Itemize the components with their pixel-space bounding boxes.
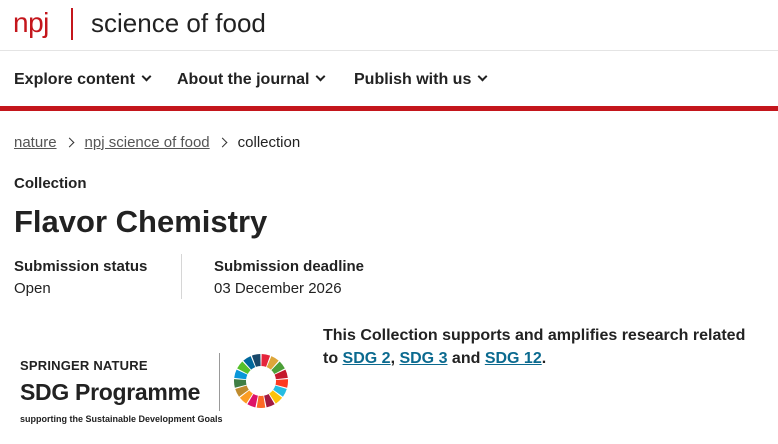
submission-deadline-label: Submission deadline <box>214 258 365 275</box>
chevron-down-icon <box>477 71 488 82</box>
sdg-2-link[interactable]: SDG 2 <box>343 350 391 367</box>
meta-divider <box>181 254 182 299</box>
sdg-support-statement: This Collection supports and amplifies r… <box>323 324 753 370</box>
sdg-programme-logo: SPRINGER NATURE SDG Programme supporting… <box>20 350 305 430</box>
sdg-logo-divider <box>219 353 220 411</box>
nav-label: Explore content <box>14 71 135 88</box>
nav-label: About the journal <box>177 71 310 88</box>
chevron-down-icon <box>141 71 152 82</box>
sdg-logo-publisher: SPRINGER NATURE <box>20 358 148 373</box>
sdg-wheel-icon <box>234 354 288 408</box>
sdg-12-link[interactable]: SDG 12 <box>485 350 542 367</box>
breadcrumb-link-nature[interactable]: nature <box>14 134 57 151</box>
breadcrumb-link-journal[interactable]: npj science of food <box>85 134 210 151</box>
page-title: Flavor Chemistry <box>14 204 268 239</box>
header-accent-rule <box>0 106 778 111</box>
sdg-3-link[interactable]: SDG 3 <box>399 350 447 367</box>
content-type-label: Collection <box>14 175 87 192</box>
sdg-logo-tagline: supporting the Sustainable Development G… <box>20 414 223 424</box>
submission-status-label: Submission status <box>14 258 148 275</box>
sdg-support-and: and <box>447 350 485 367</box>
brand-logo[interactable]: npj <box>13 6 49 40</box>
nav-explore-content[interactable]: Explore content <box>14 70 152 90</box>
chevron-right-icon <box>217 137 228 148</box>
nav-label: Publish with us <box>354 71 472 88</box>
breadcrumb: nature npj science of food collection <box>14 133 300 153</box>
submission-status: Submission status Open <box>14 256 147 300</box>
submission-status-value: Open <box>14 280 51 297</box>
sdg-wheel-segment <box>256 395 266 408</box>
sdg-support-period: . <box>541 350 547 367</box>
submission-deadline-value: 03 December 2026 <box>214 280 342 297</box>
chevron-down-icon <box>315 71 326 82</box>
journal-name[interactable]: science of food <box>91 7 266 39</box>
nav-publish-with-us[interactable]: Publish with us <box>354 70 488 90</box>
site-header: npj science of food <box>0 0 778 51</box>
main-nav: Explore content About the journal Publis… <box>0 52 778 107</box>
nav-about-journal[interactable]: About the journal <box>177 70 326 90</box>
logo-divider <box>71 8 73 40</box>
chevron-right-icon <box>64 137 74 148</box>
breadcrumb-current: collection <box>237 134 301 151</box>
submission-deadline: Submission deadline 03 December 2026 <box>214 256 364 300</box>
sdg-logo-programme: SDG Programme <box>20 379 201 405</box>
